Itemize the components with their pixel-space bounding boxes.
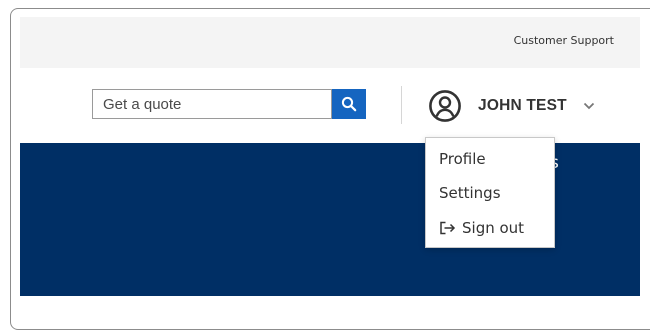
search-icon: [341, 96, 357, 112]
menu-item-label: Sign out: [462, 219, 525, 237]
site-header: JOHN TEST: [20, 68, 640, 143]
user-circle-icon: [429, 90, 461, 122]
menu-item-sign-out[interactable]: Sign out: [439, 217, 524, 239]
menu-item-settings[interactable]: Settings: [439, 182, 501, 204]
chevron-down-icon: [583, 102, 594, 110]
utility-bar: Customer Support: [20, 17, 640, 68]
header-divider: [401, 86, 402, 124]
sign-out-icon: [440, 221, 456, 235]
user-name: JOHN TEST: [478, 97, 567, 114]
user-dropdown-menu: Profile Settings Sign out: [425, 137, 555, 248]
user-menu-button[interactable]: JOHN TEST: [428, 89, 595, 123]
menu-item-label: Settings: [439, 184, 501, 202]
menu-item-profile[interactable]: Profile: [439, 148, 486, 170]
quote-search-input[interactable]: [92, 89, 332, 119]
customer-support-link[interactable]: Customer Support: [514, 34, 614, 47]
search-button[interactable]: [332, 89, 366, 119]
menu-item-label: Profile: [439, 150, 486, 168]
